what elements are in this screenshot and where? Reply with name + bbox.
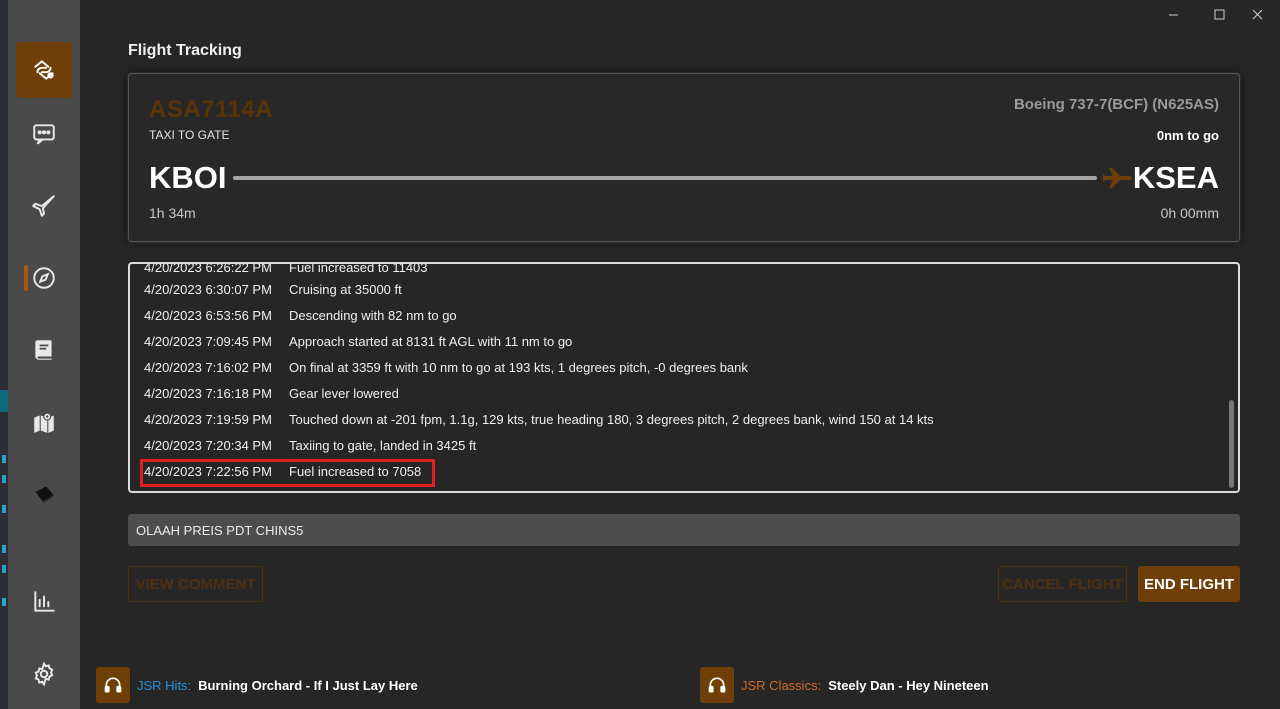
page-title: Flight Tracking <box>128 42 242 59</box>
tracking-icon <box>34 60 54 80</box>
log-time: 4/20/2023 6:26:22 PM <box>144 262 272 275</box>
flight-log[interactable]: 4/20/2023 6:26:22 PM Fuel increased to 1… <box>128 262 1240 493</box>
headphones-icon <box>708 677 726 693</box>
chart-icon <box>34 591 55 612</box>
sidebar-item-tablet[interactable] <box>16 466 72 522</box>
end-flight-button[interactable]: END FLIGHT <box>1138 566 1240 602</box>
maximize-icon <box>1214 9 1224 19</box>
log-message: Cruising at 35000 ft <box>289 281 402 297</box>
radio-station-label: JSR Classics: <box>741 677 822 693</box>
aircraft-type: Boeing 737-7(BCF) (N625AS) <box>1013 96 1219 113</box>
sidebar-item-tracking[interactable] <box>16 42 72 98</box>
log-time: 4/20/2023 6:30:07 PM <box>144 281 272 297</box>
sidebar-item-settings[interactable] <box>16 646 72 702</box>
log-row: 4/20/2023 7:19:59 PM Touched down at -20… <box>144 406 934 432</box>
log-time: 4/20/2023 6:53:56 PM <box>144 307 272 323</box>
airplane-icon <box>1103 168 1132 188</box>
log-row: 4/20/2023 7:20:34 PM Taxiing to gate, la… <box>144 432 476 458</box>
scrollbar-thumb[interactable] <box>1229 400 1234 488</box>
destination-remaining-time: 0h 00mm <box>1160 205 1219 221</box>
minimize-button[interactable] <box>1150 0 1196 28</box>
radio-hits[interactable]: JSR Hits: Burning Orchard - If I Just La… <box>96 667 418 703</box>
highlight-box <box>140 459 435 487</box>
log-row: 4/20/2023 6:53:56 PM Descending with 82 … <box>144 302 457 328</box>
log-time: 4/20/2023 7:16:18 PM <box>144 385 272 401</box>
view-comment-button[interactable]: VIEW COMMENT <box>128 566 263 602</box>
destination-airport: KSEA <box>1132 160 1219 195</box>
log-row: 4/20/2023 6:30:07 PM Cruising at 35000 f… <box>144 276 402 302</box>
logbook-icon <box>35 340 52 360</box>
radio-station-label: JSR Hits: <box>137 677 192 693</box>
headphones-icon <box>104 677 122 693</box>
airplane-icon <box>32 195 55 217</box>
sidebar-item-map[interactable] <box>16 394 72 450</box>
tablet-icon <box>35 486 54 504</box>
sidebar-item-statistics[interactable] <box>16 574 72 630</box>
log-message: Taxiing to gate, landed in 3425 ft <box>289 437 477 453</box>
sidebar-item-flights[interactable] <box>16 178 72 234</box>
background-window-edge <box>0 0 8 709</box>
log-message: Touched down at -201 fpm, 1.1g, 129 kts,… <box>289 411 934 427</box>
log-time: 4/20/2023 7:09:45 PM <box>144 333 272 349</box>
chat-icon <box>33 124 55 145</box>
app-window: Flight Tracking ASA7114A TAXI TO GATE Bo… <box>0 0 1280 709</box>
sidebar-item-navigation[interactable] <box>16 250 72 306</box>
log-time: 4/20/2023 7:16:02 PM <box>144 359 272 375</box>
headphones-button[interactable] <box>96 667 130 703</box>
cancel-flight-button[interactable]: CANCEL FLIGHT <box>998 566 1127 602</box>
distance-to-go: 0nm to go <box>1156 128 1219 143</box>
gear-icon <box>34 661 54 687</box>
flight-phase: TAXI TO GATE <box>149 128 230 142</box>
radio-song-title: Steely Dan - Hey Nineteen <box>828 677 989 693</box>
minimize-icon <box>1168 14 1178 15</box>
compass-icon <box>33 267 55 289</box>
flight-card: ASA7114A TAXI TO GATE Boeing 737-7(BCF) … <box>128 73 1240 242</box>
headphones-button[interactable] <box>700 667 734 703</box>
close-button[interactable] <box>1234 0 1280 28</box>
log-time: 4/20/2023 7:19:59 PM <box>144 411 272 427</box>
radio-song-title: Burning Orchard - If I Just Lay Here <box>198 677 418 693</box>
log-time: 4/20/2023 7:20:34 PM <box>144 437 272 453</box>
log-message: On final at 3359 ft with 10 nm to go at … <box>289 359 748 375</box>
log-row: 4/20/2023 7:16:02 PM On final at 3359 ft… <box>144 354 748 380</box>
map-icon <box>34 412 54 433</box>
origin-elapsed-time: 1h 34m <box>149 205 196 221</box>
sidebar-item-chat[interactable] <box>16 106 72 162</box>
log-message: Fuel increased to 11403 <box>289 262 428 275</box>
close-icon <box>1252 9 1262 19</box>
sidebar <box>8 0 80 709</box>
route-progress-line <box>233 176 1097 180</box>
origin-airport: KBOI <box>149 160 227 195</box>
log-message: Descending with 82 nm to go <box>289 307 457 323</box>
sidebar-item-logbook[interactable] <box>16 322 72 378</box>
radio-classics[interactable]: JSR Classics: Steely Dan - Hey Nineteen <box>700 667 989 703</box>
flight-callsign: ASA7114A <box>149 96 274 123</box>
comment-field[interactable]: OLAAH PREIS PDT CHINS5 <box>128 514 1240 546</box>
log-message: Approach started at 8131 ft AGL with 11 … <box>289 333 573 349</box>
log-row: 4/20/2023 7:16:18 PM Gear lever lowered <box>144 380 399 406</box>
log-row: 4/20/2023 7:09:45 PM Approach started at… <box>144 328 572 354</box>
log-message: Gear lever lowered <box>289 385 399 401</box>
log-scrollbar[interactable] <box>1229 268 1234 489</box>
